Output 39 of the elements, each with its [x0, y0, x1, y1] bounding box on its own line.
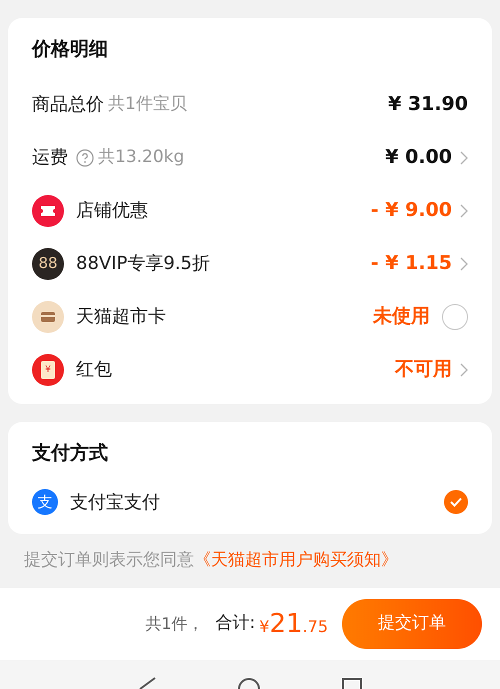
row-note: 共13.20kg: [98, 146, 184, 169]
row-label: 天猫超市卡: [76, 305, 166, 329]
chevron-right-icon: [460, 362, 468, 376]
agreement-text: 提交订单则表示您同意: [24, 549, 194, 572]
section-title: 支付方式: [32, 441, 109, 466]
row-label: 88VIP专享9.5折: [76, 252, 210, 276]
submit-button[interactable]: 提交订单: [342, 599, 482, 649]
chevron-right-icon: [460, 204, 468, 218]
recents-icon[interactable]: [341, 675, 363, 689]
chevron-right-icon: [460, 256, 468, 270]
ticket-icon: [32, 194, 64, 226]
card-icon: [32, 300, 64, 332]
item-count: 共1件，: [145, 613, 204, 635]
payment-label: 支付宝支付: [70, 490, 161, 514]
total-label: 合计:: [216, 612, 256, 636]
total-price: ¥21.75: [259, 608, 328, 640]
row-value: ¥ 0.00: [385, 145, 452, 170]
section-title: 价格明细: [32, 37, 109, 62]
row-value: ¥ 31.90: [388, 92, 468, 118]
back-icon[interactable]: [137, 675, 157, 689]
vip-badge-icon: 88: [32, 248, 64, 280]
help-icon: [76, 148, 94, 166]
row-label: 商品总价: [32, 93, 104, 117]
row-value: 未使用: [373, 304, 430, 330]
check-icon: [450, 497, 462, 507]
radio-button[interactable]: [442, 304, 468, 330]
row-label: 红包: [76, 358, 112, 382]
envelope-icon: ¥: [32, 354, 64, 386]
radio-button[interactable]: [444, 490, 468, 514]
row-label: 店铺优惠: [76, 199, 148, 223]
row-value: - ¥ 1.15: [370, 251, 452, 276]
alipay-icon: 支: [32, 489, 58, 515]
home-icon[interactable]: [237, 675, 261, 689]
row-value: 不可用: [395, 357, 452, 382]
row-value: - ¥ 9.00: [370, 198, 452, 224]
row-note: 共1件宝贝: [108, 92, 187, 116]
agreement-link[interactable]: 《天猫超市用户购买须知》: [194, 548, 398, 574]
chevron-right-icon: [460, 150, 468, 164]
row-label: 运费: [32, 146, 68, 170]
